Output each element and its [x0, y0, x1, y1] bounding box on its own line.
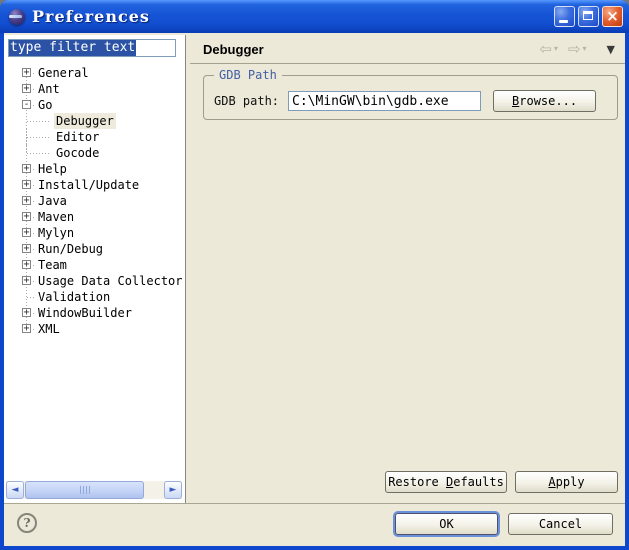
tree-expander-icon[interactable]: + [22, 196, 31, 205]
tree-item-label: Validation [36, 289, 112, 305]
gdb-path-label: GDB path: [214, 94, 279, 108]
tree-item-label: Mylyn [36, 225, 76, 241]
tree-item-editor[interactable]: Editor [4, 129, 184, 145]
tree-item-label: Gocode [54, 145, 101, 161]
tree-item-usage-data-collector[interactable]: + Usage Data Collector [4, 273, 184, 289]
gdb-path-row: GDB path: Browse... [214, 90, 611, 112]
tree-item-go[interactable]: - Go [4, 97, 184, 113]
preferences-dialog: Preferences × type filter text + General… [0, 0, 629, 550]
filter-input-text: type filter text [9, 40, 136, 56]
window-title: Preferences [32, 7, 150, 26]
minimize-icon [559, 20, 568, 23]
tree-expander-icon[interactable]: + [22, 228, 31, 237]
tree-expander-icon[interactable]: + [22, 308, 31, 317]
tree-item-label: General [36, 65, 91, 81]
tree-item-maven[interactable]: + Maven [4, 209, 184, 225]
tree-item-label: Debugger [54, 113, 116, 129]
tree-expander-icon[interactable]: + [22, 324, 31, 333]
ok-button[interactable]: OK [395, 513, 498, 535]
minimize-button[interactable] [554, 6, 575, 27]
page-navigation: ⇦ ▾ ⇨ ▾ ▼ [539, 42, 615, 57]
tree-item-mylyn[interactable]: + Mylyn [4, 225, 184, 241]
maximize-icon [583, 11, 593, 20]
back-arrow-icon[interactable]: ⇦ [539, 42, 552, 57]
tree-item-ant[interactable]: + Ant [4, 81, 184, 97]
tree-expander-icon[interactable]: + [22, 84, 31, 93]
tree-item-run-debug[interactable]: + Run/Debug [4, 241, 184, 257]
scroll-right-button[interactable]: ► [164, 481, 182, 499]
tree-expander-icon[interactable]: - [22, 100, 31, 109]
scroll-right-icon: ► [170, 486, 177, 495]
tree-item-label: Maven [36, 209, 76, 225]
tree-expander-icon[interactable]: + [22, 180, 31, 189]
dialog-body: type filter text + General + Ant - Go De… [4, 33, 625, 546]
window-controls: × [554, 6, 623, 27]
help-button[interactable]: ? [17, 513, 37, 533]
tree-item-java[interactable]: + Java [4, 193, 184, 209]
close-button[interactable]: × [602, 6, 623, 27]
tree-item-install-update[interactable]: + Install/Update [4, 177, 184, 193]
tree-item-general[interactable]: + General [4, 65, 184, 81]
tree-item-label: XML [36, 321, 62, 337]
preferences-sidebar: type filter text + General + Ant - Go De… [4, 35, 186, 503]
back-dropdown-icon[interactable]: ▾ [554, 45, 558, 53]
forward-dropdown-icon[interactable]: ▾ [583, 45, 587, 53]
tree-expander-icon[interactable]: + [22, 244, 31, 253]
page-title: Debugger [203, 42, 264, 57]
tree-item-gocode[interactable]: Gocode [4, 145, 184, 161]
tree-expander-icon[interactable]: + [22, 164, 31, 173]
tree-item-label: Usage Data Collector [36, 273, 185, 289]
tree-item-label: Java [36, 193, 69, 209]
help-icon: ? [23, 516, 30, 530]
tree-item-debugger[interactable]: Debugger [4, 113, 184, 129]
group-title: GDB Path [214, 68, 282, 82]
close-icon: × [603, 7, 622, 26]
tree-item-label: Run/Debug [36, 241, 105, 257]
preferences-tree: + General + Ant - Go Debugger Editor Goc… [4, 65, 184, 337]
forward-arrow-icon[interactable]: ⇨ [568, 42, 581, 57]
tree-item-label: Ant [36, 81, 62, 97]
preferences-page: Debugger ⇦ ▾ ⇨ ▾ ▼ GDB Path GDB path: Br… [190, 35, 625, 503]
tree-item-label: Go [36, 97, 54, 113]
dialog-buttons: OK Cancel [395, 513, 613, 535]
browse-button[interactable]: Browse... [493, 90, 596, 112]
tree-horizontal-scrollbar[interactable]: ◄ ► [6, 481, 182, 499]
dialog-button-bar: ? OK Cancel [4, 503, 625, 546]
title-bar[interactable]: Preferences × [0, 0, 629, 33]
scroll-left-icon: ◄ [12, 486, 19, 495]
tree-item-team[interactable]: + Team [4, 257, 184, 273]
scroll-left-button[interactable]: ◄ [6, 481, 24, 499]
tree-expander-icon[interactable]: + [22, 260, 31, 269]
maximize-button[interactable] [578, 6, 599, 27]
tree-item-label: Editor [54, 129, 101, 145]
tree-item-label: Help [36, 161, 69, 177]
filter-input[interactable]: type filter text [8, 39, 176, 57]
scrollbar-thumb[interactable] [25, 481, 144, 499]
cancel-button[interactable]: Cancel [508, 513, 613, 535]
eclipse-app-icon [9, 9, 25, 25]
tree-item-windowbuilder[interactable]: + WindowBuilder [4, 305, 184, 321]
tree-expander-icon[interactable]: + [22, 276, 31, 285]
apply-button[interactable]: Apply [515, 471, 618, 493]
page-buttons: Restore Defaults Apply [385, 471, 618, 493]
view-menu-icon[interactable]: ▼ [607, 44, 615, 55]
restore-defaults-button[interactable]: Restore Defaults [385, 471, 507, 493]
gdb-path-input[interactable] [288, 91, 481, 111]
tree-item-label: WindowBuilder [36, 305, 134, 321]
tree-expander-icon[interactable]: + [22, 68, 31, 77]
tree-item-validation[interactable]: Validation [4, 289, 184, 305]
tree-item-label: Team [36, 257, 69, 273]
tree-item-help[interactable]: + Help [4, 161, 184, 177]
page-header: Debugger ⇦ ▾ ⇨ ▾ ▼ [190, 35, 625, 64]
gdb-path-group: GDB Path GDB path: Browse... [203, 75, 618, 120]
tree-expander-icon[interactable]: + [22, 212, 31, 221]
tree-item-xml[interactable]: + XML [4, 321, 184, 337]
tree-item-label: Install/Update [36, 177, 141, 193]
